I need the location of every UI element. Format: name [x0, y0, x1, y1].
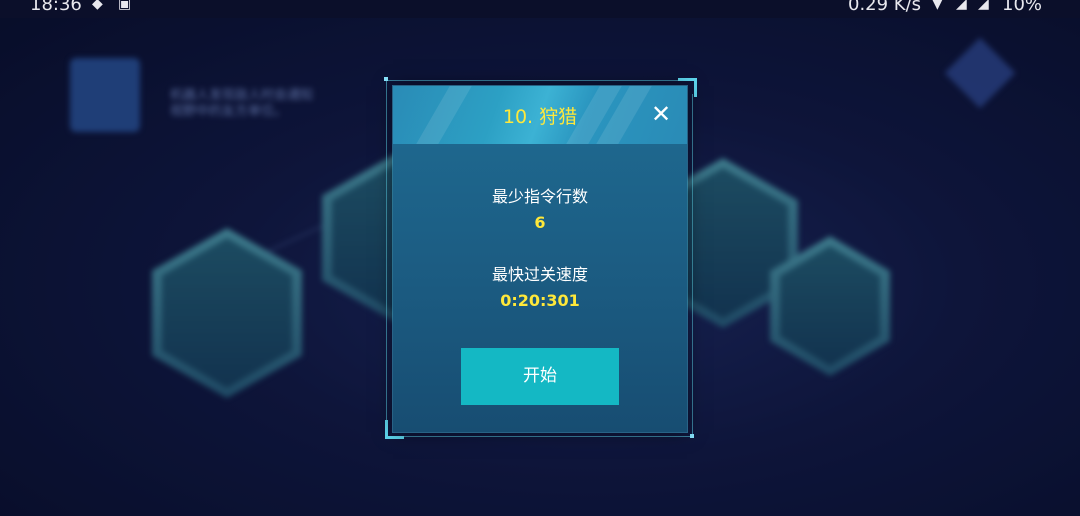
start-button[interactable]: 开始 [461, 348, 619, 405]
dialog-header: 10. 狩猎 ✕ [393, 86, 687, 144]
frame-line [386, 80, 678, 81]
level-title: 10. 狩猎 [502, 106, 578, 128]
close-button[interactable]: ✕ [647, 100, 675, 128]
frame-line [401, 436, 692, 437]
frame-dot [384, 77, 388, 81]
image-icon: ▣ [118, 0, 132, 12]
status-time: 18:36 [30, 0, 82, 15]
fastest-time-label: 最快过关速度 [491, 265, 588, 284]
network-speed: 0.29 K/s [848, 0, 922, 15]
signal-icon: ◢ [956, 0, 967, 12]
min-commands-label: 最少指令行数 [491, 187, 588, 206]
frame-line [386, 80, 387, 420]
frame-dot [690, 434, 694, 438]
battery-level: 10% [1002, 0, 1043, 15]
status-bar: 18:36 ◆ ▣ 0.29 K/s ▼ ◢ ◢ 10% [0, 0, 1080, 18]
min-commands-value: 6 [534, 213, 546, 232]
fastest-time-value: 0:20:301 [500, 291, 580, 310]
level-dialog: 10. 狩猎 ✕ 最少指令行数 6 最快过关速度 0:20:301 开始 [393, 86, 687, 432]
wifi-icon: ▼ [932, 0, 943, 12]
signal-icon-2: ◢ [978, 0, 989, 12]
notification-icon: ◆ [92, 0, 103, 12]
close-icon: ✕ [650, 100, 672, 128]
frame-line [692, 94, 693, 434]
